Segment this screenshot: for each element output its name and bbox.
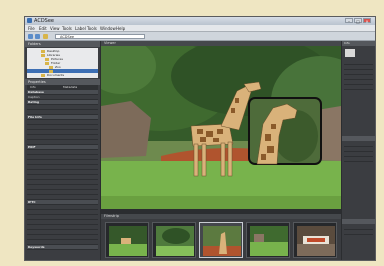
thumbnail-image xyxy=(250,226,288,256)
property-label: Keywords xyxy=(28,245,45,249)
properties-list: Database Caption Rating File Info EXIF IPTC Ke… xyxy=(27,90,98,250)
menu-tools-2[interactable]: Tools xyxy=(87,25,97,32)
thumbnail-image xyxy=(203,226,241,256)
property-label: File Info xyxy=(28,115,42,119)
info-row xyxy=(344,143,373,147)
menu-bar: File Edit View Tools Label Tools Window … xyxy=(25,25,375,32)
path-field[interactable]: ACDSee xyxy=(55,34,145,39)
folders-header: Folders xyxy=(25,41,100,47)
forward-icon[interactable] xyxy=(35,34,40,39)
right-panel: Info xyxy=(342,41,375,260)
info-row xyxy=(344,66,373,70)
info-row xyxy=(344,231,373,235)
thumbnail-image xyxy=(156,226,194,256)
app-icon xyxy=(27,18,32,23)
left-panel: Folders Desktop Libraries Pictures Folde… xyxy=(25,41,100,260)
folder-label: Documents xyxy=(47,73,65,77)
right-panel-header: Info xyxy=(342,41,375,46)
info-row xyxy=(344,61,373,65)
menu-window[interactable]: Window xyxy=(100,25,116,32)
property-label: Caption xyxy=(28,95,40,99)
thumbnail-selected[interactable] xyxy=(199,222,243,258)
thumbnail[interactable] xyxy=(105,222,149,258)
right-section-header xyxy=(342,219,375,224)
info-row xyxy=(344,71,373,75)
folder-tree[interactable]: Desktop Libraries Pictures Folder Zoo Do… xyxy=(27,48,98,78)
toolbar: ACDSee xyxy=(25,32,375,41)
image-viewer[interactable] xyxy=(86,36,371,209)
panel-thumbnail xyxy=(345,49,355,57)
folder-icon[interactable] xyxy=(43,34,48,39)
info-row xyxy=(344,81,373,85)
info-row xyxy=(344,148,373,152)
property-label: Rating xyxy=(28,100,40,104)
thumbnail[interactable] xyxy=(246,222,290,258)
property-label: EXIF xyxy=(28,145,36,149)
info-row xyxy=(344,226,373,230)
folder-item[interactable]: Documents xyxy=(27,73,98,77)
thumbnail-image xyxy=(109,226,147,256)
menu-help[interactable]: Help xyxy=(116,25,125,32)
title-bar: ACDSee – □ × xyxy=(25,17,375,25)
menu-file[interactable]: File xyxy=(28,25,35,32)
thumbnail[interactable] xyxy=(152,222,196,258)
filmstrip xyxy=(101,219,341,260)
folder-icon xyxy=(41,74,45,77)
info-row xyxy=(344,153,373,157)
menu-label[interactable]: Label xyxy=(75,25,86,32)
giraffe-photo xyxy=(86,36,371,209)
info-row xyxy=(344,158,373,162)
menu-tools-1[interactable]: Tools xyxy=(62,25,72,32)
thumbnail[interactable] xyxy=(293,222,337,258)
right-section-header xyxy=(342,136,375,141)
maximize-icon[interactable]: □ xyxy=(354,18,362,24)
back-icon[interactable] xyxy=(28,34,33,39)
thumbnail-image xyxy=(297,226,335,256)
app-window: ACDSee – □ × File Edit View Tools Label … xyxy=(25,17,375,260)
menu-edit[interactable]: Edit xyxy=(39,25,47,32)
property-label: IPTC xyxy=(28,200,36,204)
minimize-icon[interactable]: – xyxy=(345,18,353,24)
menu-view[interactable]: View xyxy=(50,25,60,32)
info-row xyxy=(344,76,373,80)
window-title: ACDSee xyxy=(34,18,54,24)
close-icon[interactable]: × xyxy=(363,18,371,24)
info-row xyxy=(344,86,373,90)
properties-section-header[interactable]: Keywords xyxy=(27,245,98,250)
property-label: Database xyxy=(28,90,44,94)
